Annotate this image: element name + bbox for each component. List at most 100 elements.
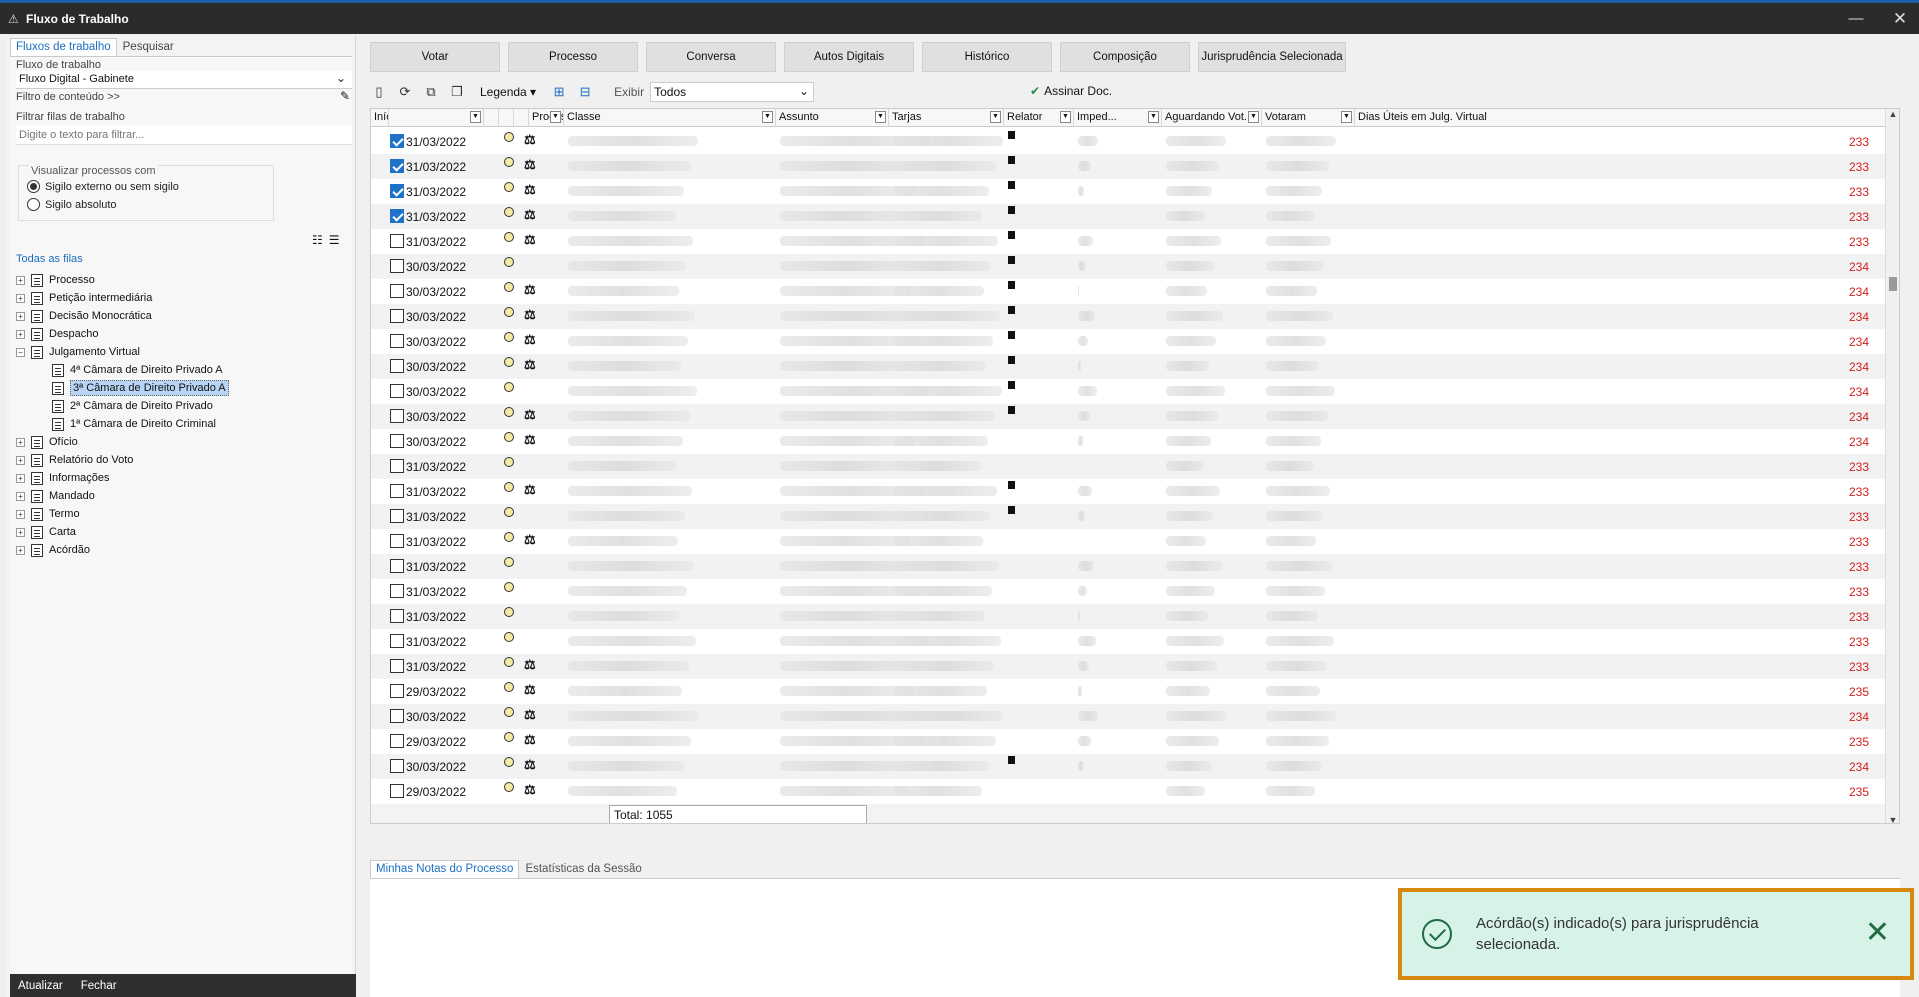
column-header[interactable]: Dias Úteis em Julg. Virtual▼ [1355,109,1899,127]
row-checkbox[interactable] [390,634,404,648]
table-row[interactable]: 29/03/2022 ⚖ 235 [371,729,1899,754]
filter-dropdown-icon[interactable]: ▼ [1341,111,1352,123]
row-checkbox[interactable] [390,209,404,223]
row-checkbox[interactable] [390,384,404,398]
table-row[interactable]: 30/03/2022 234 [371,379,1899,404]
table-row[interactable]: 31/03/2022 ⚖ 233 [371,479,1899,504]
expand-icon[interactable]: + [16,437,25,447]
workflow-select[interactable]: Fluxo Digital - Gabinete ⌄ [16,71,352,89]
filter-queues-input[interactable] [16,125,352,145]
table-row[interactable]: 31/03/2022 233 [371,579,1899,604]
column-header[interactable]: Votaram ▼ [1262,109,1355,127]
table-row[interactable]: 29/03/2022 ⚖ 235 [371,779,1899,804]
tree-item[interactable]: + Relatório do Voto [16,451,348,469]
expand-icon[interactable]: + [16,527,25,537]
close-window-button[interactable]: ✕ [1886,7,1914,31]
radio-sigilo-absoluto[interactable]: Sigilo absoluto [27,198,117,211]
tab-fluxos[interactable]: Fluxos de trabalho [10,38,117,56]
radio-sigilo-externo[interactable]: Sigilo externo ou sem sigilo [27,180,179,193]
filter-dropdown-icon[interactable]: ▼ [550,111,561,123]
filter-dropdown-icon[interactable]: ▼ [990,111,1001,123]
scroll-down-icon[interactable]: ▼ [1886,815,1899,823]
table-row[interactable]: 31/03/2022 ⚖ 233 [371,129,1899,154]
tree-item[interactable]: + Ofício [16,433,348,451]
tree-item[interactable]: + Termo [16,505,348,523]
expand-icon[interactable]: + [16,491,25,501]
tree-item[interactable]: 1ª Câmara de Direito Criminal [16,415,348,433]
brush-icon[interactable]: ✎ [340,89,354,103]
column-header[interactable]: Processo▼ [529,109,564,127]
column-header[interactable] [484,109,499,127]
filter-dropdown-icon[interactable]: ▼ [470,111,481,123]
tree-item[interactable]: − Julgamento Virtual [16,343,348,361]
tab-pesquisar[interactable]: Pesquisar [117,38,180,56]
row-checkbox[interactable] [390,409,404,423]
expand-icon[interactable]: + [16,545,25,555]
column-header[interactable]: Assunto ▼ [776,109,889,127]
tree-item[interactable]: + Decisão Monocrática [16,307,348,325]
table-row[interactable]: 31/03/2022 ⚖ 233 [371,154,1899,179]
tree-item[interactable]: + Processo [16,271,348,289]
all-queues-link[interactable]: Todas as filas [16,253,83,265]
refresh-button[interactable]: Atualizar [18,980,63,992]
expand-icon[interactable]: + [16,275,25,285]
scroll-thumb[interactable] [1889,277,1897,291]
duplicate-icon[interactable]: ❐ [448,84,466,100]
tab-jurisprudencia[interactable]: Jurisprudência Selecionada [1198,42,1346,72]
tab-historico[interactable]: Histórico [922,42,1052,72]
table-row[interactable]: 31/03/2022 233 [371,629,1899,654]
table-row[interactable]: 31/03/2022 ⚖ 233 [371,204,1899,229]
table-row[interactable]: 31/03/2022 233 [371,604,1899,629]
row-checkbox[interactable] [390,734,404,748]
filter-dropdown-icon[interactable]: ▼ [762,111,773,123]
column-header[interactable]: Tarjas ▼ [889,109,1004,127]
tab-votar[interactable]: Votar [370,42,500,72]
column-header[interactable]: Imped... ▼ [1074,109,1162,127]
row-checkbox[interactable] [390,509,404,523]
table-row[interactable]: 31/03/2022 ⚖ 233 [371,654,1899,679]
column-header[interactable] [514,109,529,127]
column-header[interactable]: Relator ▼ [1004,109,1074,127]
minimize-button[interactable]: — [1842,7,1870,31]
table-row[interactable]: 31/03/2022 ⚖ 233 [371,229,1899,254]
row-checkbox[interactable] [390,134,404,148]
row-checkbox[interactable] [390,359,404,373]
tree-item[interactable]: + Informações [16,469,348,487]
row-checkbox[interactable] [390,559,404,573]
table-row[interactable]: 30/03/2022 ⚖ 234 [371,754,1899,779]
sign-document-button[interactable]: ✔ Assinar Doc. [1030,84,1112,98]
tree-item[interactable]: + Mandado [16,487,348,505]
tab-minhas-notas[interactable]: Minhas Notas do Processo [370,860,520,878]
row-checkbox[interactable] [390,459,404,473]
tree-item[interactable]: 4ª Câmara de Direito Privado A [16,361,348,379]
tab-conversa[interactable]: Conversa [646,42,776,72]
filter-dropdown-icon[interactable]: ▼ [1148,111,1159,123]
toast-close-icon[interactable]: ✕ [1865,918,1890,948]
close-button[interactable]: Fechar [81,980,117,992]
expand-icon[interactable]: + [16,311,25,321]
row-checkbox[interactable] [390,434,404,448]
copy-icon[interactable]: ⧉ [422,84,440,100]
column-header[interactable]: Início julg. [371,109,389,127]
content-filter-link[interactable]: Filtro de conteúdo >> [16,91,120,103]
expand-icon[interactable]: + [16,455,25,465]
row-checkbox[interactable] [390,684,404,698]
expand-tree-icon[interactable]: ☷ [312,233,323,247]
table-row[interactable]: 30/03/2022 ⚖ 234 [371,429,1899,454]
table-row[interactable]: 31/03/2022 233 [371,504,1899,529]
table-row[interactable]: 30/03/2022 ⚖ 234 [371,329,1899,354]
expand-icon[interactable]: + [16,293,25,303]
table-row[interactable]: 29/03/2022 ⚖ 235 [371,679,1899,704]
table-row[interactable]: 30/03/2022 ⚖ 234 [371,404,1899,429]
table-row[interactable]: 31/03/2022 233 [371,554,1899,579]
row-checkbox[interactable] [390,534,404,548]
row-checkbox[interactable] [390,709,404,723]
tab-processo[interactable]: Processo [508,42,638,72]
row-checkbox[interactable] [390,309,404,323]
expand-icon[interactable]: − [16,347,25,357]
row-checkbox[interactable] [390,759,404,773]
tree-item[interactable]: + Petição intermediária [16,289,348,307]
add-column-icon[interactable]: ⊞ [550,84,568,100]
collapse-tree-icon[interactable]: ☰ [329,233,340,247]
vertical-scrollbar[interactable]: ▲ ▼ [1885,109,1899,823]
